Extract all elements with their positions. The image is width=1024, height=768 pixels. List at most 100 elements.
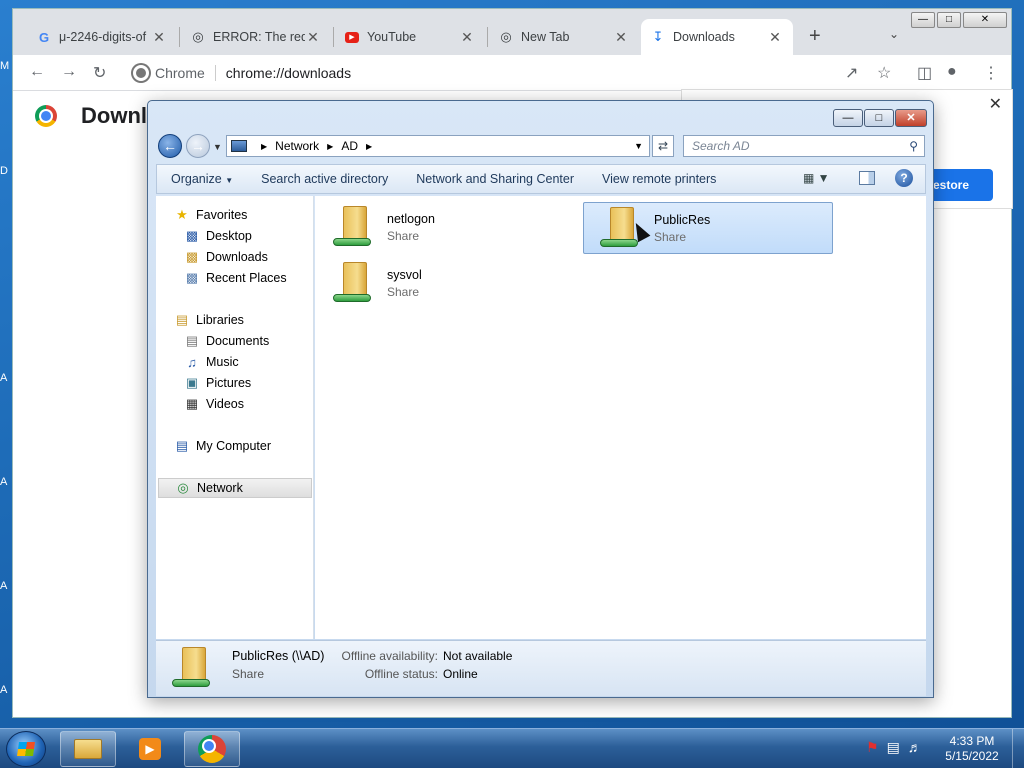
new-tab-button[interactable]: + [809, 25, 821, 48]
tab-error[interactable]: ◎ ERROR: The requ ✕ [181, 19, 331, 55]
organize-button[interactable]: Organize ▼ [157, 172, 247, 186]
close-icon[interactable]: ✕ [767, 29, 783, 46]
back-arrow-icon[interactable]: ← [158, 134, 182, 158]
nav-label: Pictures [206, 376, 252, 390]
nav-libraries[interactable]: ▤ Libraries [174, 310, 332, 330]
nav-favorites[interactable]: ★ Favorites [174, 205, 332, 225]
item-name: sysvol [387, 268, 422, 282]
system-tray: ⚑ ▤ ♬ [866, 739, 922, 756]
show-desktop-button[interactable] [1012, 729, 1024, 768]
back-arrow-icon[interactable]: ← [29, 63, 45, 81]
bookmark-star-icon[interactable]: ☆ [877, 63, 891, 83]
desktop-icon-label: A [0, 580, 8, 592]
refresh-icon[interactable]: ⇄ [652, 135, 674, 157]
tab-downloads[interactable]: ↧ Downloads ✕ [641, 19, 793, 55]
desktop-icon-label: A [0, 684, 8, 696]
maximize-button[interactable]: □ [864, 109, 894, 127]
close-icon[interactable]: ✕ [151, 29, 167, 46]
share-icon[interactable]: ↗ [845, 63, 858, 83]
offline-availability-label: Offline availability: [341, 649, 439, 663]
action-center-flag-icon[interactable]: ⚑ [866, 739, 879, 756]
preview-pane-icon[interactable] [859, 171, 875, 185]
network-icon [231, 140, 247, 152]
maximize-button[interactable]: □ [937, 12, 961, 28]
share-item-sysvol[interactable]: sysvol Share [317, 258, 567, 310]
taskbar-media-player-button[interactable]: ▶ [122, 731, 178, 767]
forward-arrow-icon[interactable]: → [61, 63, 77, 81]
tab-new-tab[interactable]: ◎ New Tab ✕ [489, 19, 639, 55]
omnibox[interactable]: Chrome chrome://downloads [123, 59, 903, 87]
volume-icon[interactable]: ♬ [908, 739, 922, 756]
close-icon[interactable]: ✕ [305, 29, 321, 46]
breadcrumb-separator-icon[interactable]: ▶ [327, 142, 333, 151]
search-icon[interactable]: ⚲ [909, 139, 918, 153]
minimize-button[interactable]: — [833, 109, 863, 127]
change-view-icon[interactable]: ▦ ▼ [803, 171, 830, 185]
taskbar-clock[interactable]: 4:33 PM 5/15/2022 [940, 734, 1004, 764]
offline-availability-value: Not available [443, 649, 513, 663]
item-type: Share [387, 229, 420, 243]
music-icon: ♫ [187, 354, 197, 370]
close-icon[interactable]: ✕ [989, 94, 1002, 114]
taskbar-chrome-button[interactable] [184, 731, 240, 767]
explorer-window: — □ ✕ ← → ▼ ▶ Network ▶ AD ▶ ▼ ⇄ Search … [147, 100, 934, 698]
help-icon[interactable]: ? [895, 169, 913, 187]
omnibox-url[interactable]: chrome://downloads [226, 65, 351, 81]
youtube-icon: ▶ [345, 31, 359, 43]
chevron-down-icon: ▼ [225, 176, 234, 185]
breadcrumb-separator-icon[interactable]: ▶ [261, 142, 267, 151]
nav-label: Recent Places [206, 271, 287, 285]
address-bar[interactable]: ▶ Network ▶ AD ▶ ▼ [226, 135, 650, 157]
recent-pages-chevron-icon[interactable]: ▼ [213, 142, 222, 152]
tab-title: ERROR: The requ [213, 30, 305, 44]
tab-title: New Tab [521, 30, 570, 44]
nav-label: Desktop [206, 229, 252, 243]
network-sharing-center-button[interactable]: Network and Sharing Center [402, 172, 588, 186]
profile-avatar-icon[interactable]: ● [947, 63, 957, 81]
downloads-header: Downlo [35, 103, 160, 129]
tab-digits[interactable]: G μ-2246-digits-of ✕ [27, 19, 177, 55]
tab-search-chevron-icon[interactable]: ⌄ [889, 27, 899, 41]
tab-strip: G μ-2246-digits-of ✕ ◎ ERROR: The requ ✕… [13, 9, 1011, 55]
close-button[interactable]: ✕ [895, 109, 927, 127]
start-button[interactable] [6, 731, 46, 767]
breadcrumb-ad[interactable]: AD [341, 139, 358, 153]
window-close-button[interactable]: ✕ [963, 12, 1007, 28]
details-name: PublicRes (\\AD) [232, 649, 325, 663]
taskbar-explorer-button[interactable] [60, 731, 116, 767]
item-type: Share [387, 285, 420, 299]
forward-arrow-icon[interactable]: → [186, 134, 210, 158]
nav-label: Documents [206, 334, 270, 348]
menu-kebab-icon[interactable]: ⋮ [983, 63, 999, 83]
tab-divider [179, 27, 180, 47]
details-pane: PublicRes (\\AD) Share Offline availabil… [156, 640, 926, 696]
share-item-publicres[interactable]: PublicRes Share [583, 202, 833, 254]
network-share-folder-icon [333, 260, 377, 308]
tab-youtube[interactable]: ▶ YouTube ✕ [335, 19, 485, 55]
close-icon[interactable]: ✕ [459, 29, 475, 46]
side-panel-icon[interactable]: ◫ [917, 63, 932, 83]
reload-icon[interactable]: ↻ [93, 63, 106, 83]
search-active-directory-button[interactable]: Search active directory [247, 172, 402, 186]
offline-status-value: Online [443, 667, 478, 681]
browser-toolbar: ← → ↻ Chrome chrome://downloads ↗ ☆ ◫ ● … [13, 55, 1011, 91]
clock-date: 5/15/2022 [945, 749, 999, 763]
close-icon[interactable]: ✕ [613, 29, 629, 46]
share-item-netlogon[interactable]: netlogon Share [317, 202, 567, 254]
file-list: netlogon Share PublicRes Share sysvol Sh… [315, 196, 926, 639]
nav-my-computer[interactable]: ▤ My Computer [174, 436, 332, 456]
network-tray-icon[interactable]: ▤ [887, 739, 900, 756]
address-dropdown-icon[interactable]: ▼ [634, 141, 643, 151]
documents-icon: ▤ [185, 333, 199, 348]
chrome-icon [198, 735, 226, 763]
nav-network[interactable]: ◎ Network [158, 478, 312, 498]
breadcrumb-network[interactable]: Network [275, 139, 319, 153]
search-input[interactable]: Search AD ⚲ [683, 135, 925, 157]
item-name: netlogon [387, 212, 435, 226]
network-icon: ◎ [177, 480, 189, 495]
breadcrumb-separator-icon[interactable]: ▶ [366, 142, 372, 151]
minimize-button[interactable]: — [911, 12, 935, 28]
omnibox-site-label: Chrome [155, 65, 216, 81]
computer-icon: ▤ [175, 438, 189, 453]
view-remote-printers-button[interactable]: View remote printers [588, 172, 730, 186]
